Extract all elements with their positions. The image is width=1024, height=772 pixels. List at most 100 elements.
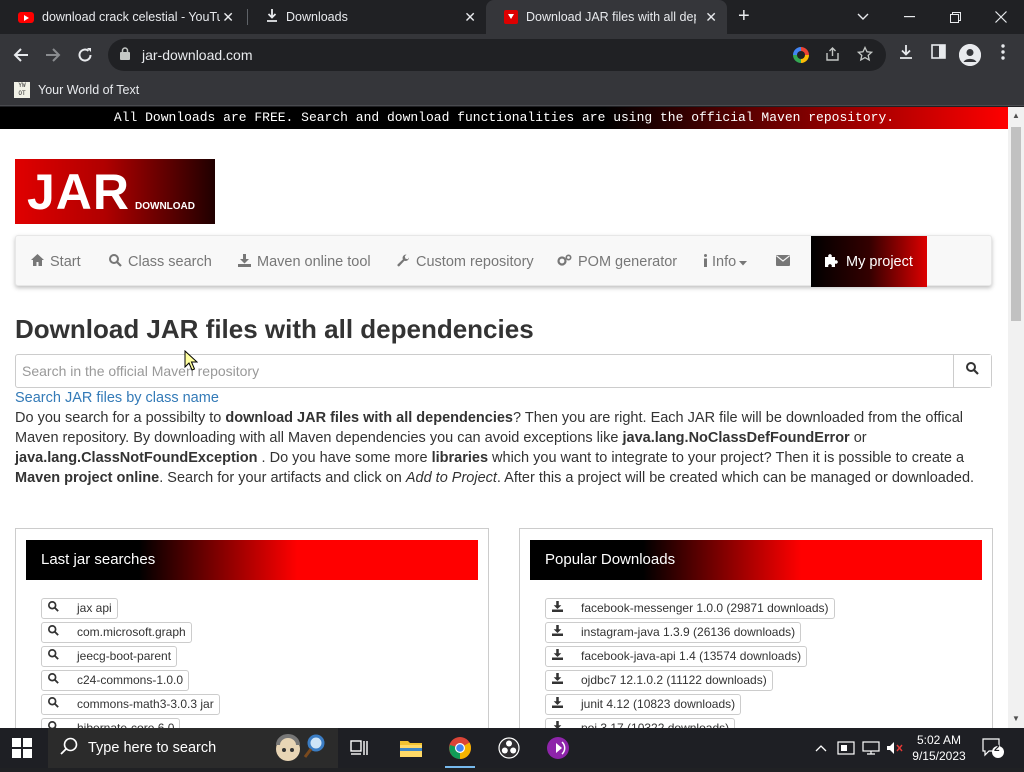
nav-info-dropdown[interactable]: Info xyxy=(703,236,748,287)
system-clock[interactable]: 5:02 AM 9/15/2023 xyxy=(904,732,974,764)
address-bar[interactable]: jar-download.com xyxy=(108,39,886,71)
search-icon xyxy=(966,362,979,380)
file-explorer-icon[interactable] xyxy=(388,728,434,768)
close-icon[interactable]: ✕ xyxy=(705,9,717,26)
page-title: Download JAR files with all dependencies xyxy=(15,314,534,344)
jar-favicon xyxy=(504,10,518,24)
tab-youtube[interactable]: download crack celestial - YouTube ✕ xyxy=(0,0,244,34)
scroll-down-icon[interactable]: ▼ xyxy=(1012,714,1020,723)
puzzle-icon xyxy=(825,253,838,270)
menu-icon[interactable] xyxy=(992,44,1014,66)
logo-text: JAR xyxy=(27,164,131,220)
download-icon xyxy=(552,599,572,618)
scrollbar-thumb[interactable] xyxy=(1011,127,1021,321)
notification-center-icon[interactable]: 2 xyxy=(982,728,1004,768)
minimize-icon[interactable] xyxy=(886,0,932,34)
download-pill-label: poi 3.17 (10322 downloads) xyxy=(581,721,730,728)
nav-contact[interactable] xyxy=(776,236,790,287)
podcast-app-icon[interactable] xyxy=(535,728,581,768)
download-pill-label: facebook-java-api 1.4 (13574 downloads) xyxy=(581,649,802,663)
taskbar-search-box[interactable]: Type here to search xyxy=(48,728,338,768)
star-icon[interactable] xyxy=(856,45,874,64)
search-pill[interactable]: jeecg-boot-parent xyxy=(41,646,178,667)
chevron-down-icon[interactable] xyxy=(840,0,886,34)
download-icon xyxy=(238,253,251,270)
download-pill-label: facebook-messenger 1.0.0 (29871 download… xyxy=(581,601,829,615)
search-icon xyxy=(109,253,122,270)
close-icon[interactable]: ✕ xyxy=(222,9,234,26)
nav-my-project-button[interactable]: My project xyxy=(811,236,927,287)
volume-muted-icon[interactable] xyxy=(886,728,904,768)
lock-icon[interactable] xyxy=(120,47,130,60)
profile-avatar-icon[interactable] xyxy=(959,44,981,66)
nav-start[interactable]: Start xyxy=(31,236,81,287)
network-icon[interactable] xyxy=(862,728,880,768)
download-icon xyxy=(552,719,572,728)
tab-downloads[interactable]: Downloads ✕ xyxy=(248,0,486,34)
download-pill-label: ojdbc7 12.1.0.2 (11122 downloads) xyxy=(581,673,767,687)
side-panel-icon[interactable] xyxy=(927,44,949,66)
intro-text: Do you search for a possibilty to xyxy=(15,410,226,426)
search-button[interactable] xyxy=(953,355,991,387)
url-text[interactable]: jar-download.com xyxy=(142,47,253,63)
show-hidden-icons-icon[interactable] xyxy=(815,728,827,768)
tab-title: Downloads xyxy=(286,10,348,24)
download-pill[interactable]: instagram-java 1.3.9 (26136 downloads) xyxy=(545,622,802,643)
obs-icon[interactable] xyxy=(486,728,532,768)
nav-class-search-label: Class search xyxy=(128,253,212,270)
share-icon[interactable] xyxy=(824,46,842,64)
tab-title: download crack celestial - YouTube xyxy=(42,10,220,24)
meet-now-icon[interactable] xyxy=(837,728,855,768)
intro-text: . After this a project will be created w… xyxy=(496,470,975,486)
close-icon[interactable]: ✕ xyxy=(464,9,476,26)
nav-class-search[interactable]: Class search xyxy=(109,236,212,287)
search-pill[interactable]: com.microsoft.graph xyxy=(41,622,192,643)
download-pill[interactable]: ojdbc7 12.1.0.2 (11122 downloads) xyxy=(545,670,773,691)
intro-paragraph: Do you search for a possibilty to downlo… xyxy=(15,408,995,488)
search-icon xyxy=(48,695,68,714)
search-icon xyxy=(48,719,68,728)
downloads-icon[interactable] xyxy=(895,44,917,66)
search-pill-label: com.microsoft.graph xyxy=(77,625,186,639)
intro-text: which you want to integrate to your proj… xyxy=(488,450,965,466)
download-pill[interactable]: facebook-messenger 1.0.0 (29871 download… xyxy=(545,598,835,619)
gears-icon xyxy=(557,253,572,270)
popular-downloads-panel: Popular Downloads facebook-messenger 1.0… xyxy=(519,528,993,728)
search-pill[interactable]: commons-math3-3.0.3 jar xyxy=(41,694,220,715)
search-pill[interactable]: hibernate-core 6.0 xyxy=(41,718,181,728)
google-icon[interactable] xyxy=(792,46,810,64)
scroll-up-icon[interactable]: ▲ xyxy=(1012,111,1020,120)
panel-heading: Last jar searches xyxy=(26,540,478,580)
download-pill[interactable]: poi 3.17 (10322 downloads) xyxy=(545,718,736,728)
download-pill[interactable]: facebook-java-api 1.4 (13574 downloads) xyxy=(545,646,808,667)
forward-icon[interactable] xyxy=(40,42,66,68)
announcement-bar: All Downloads are FREE. Search and downl… xyxy=(0,107,1008,129)
tab-jar-download[interactable]: Download JAR files with all dependencies… xyxy=(486,0,727,34)
search-pill[interactable]: jax api xyxy=(41,598,118,619)
logo-subtext: DOWNLOAD xyxy=(135,201,195,212)
intro-text: . Search for your artifacts and click on xyxy=(159,470,406,486)
search-input[interactable] xyxy=(16,355,954,387)
close-window-icon[interactable] xyxy=(978,0,1024,34)
jar-download-logo[interactable]: JAR DOWNLOAD xyxy=(15,159,215,224)
bookmark-your-world-of-text[interactable]: YW OT Your World of Text xyxy=(14,82,139,98)
restore-icon[interactable] xyxy=(932,0,978,34)
page-scrollbar[interactable]: ▲ ▼ xyxy=(1008,107,1024,728)
back-icon[interactable] xyxy=(8,42,34,68)
class-search-link[interactable]: Search JAR files by class name xyxy=(15,390,219,406)
new-tab-icon[interactable]: + xyxy=(738,5,750,28)
task-view-icon[interactable] xyxy=(337,728,383,768)
download-icon xyxy=(552,647,572,666)
search-pill-label: c24-commons-1.0.0 xyxy=(77,673,184,687)
nav-maven-online-tool[interactable]: Maven online tool xyxy=(238,236,371,287)
chrome-taskbar-icon[interactable] xyxy=(437,728,483,768)
search-icon xyxy=(48,623,68,642)
nav-pom-generator[interactable]: POM generator xyxy=(557,236,677,287)
windows-start-icon[interactable] xyxy=(12,738,32,763)
nav-custom-repository[interactable]: Custom repository xyxy=(397,236,534,287)
search-icon xyxy=(48,599,68,618)
reload-icon[interactable] xyxy=(72,42,98,68)
search-icon xyxy=(60,737,78,760)
search-pill[interactable]: c24-commons-1.0.0 xyxy=(41,670,190,691)
download-pill[interactable]: junit 4.12 (10823 downloads) xyxy=(545,694,742,715)
